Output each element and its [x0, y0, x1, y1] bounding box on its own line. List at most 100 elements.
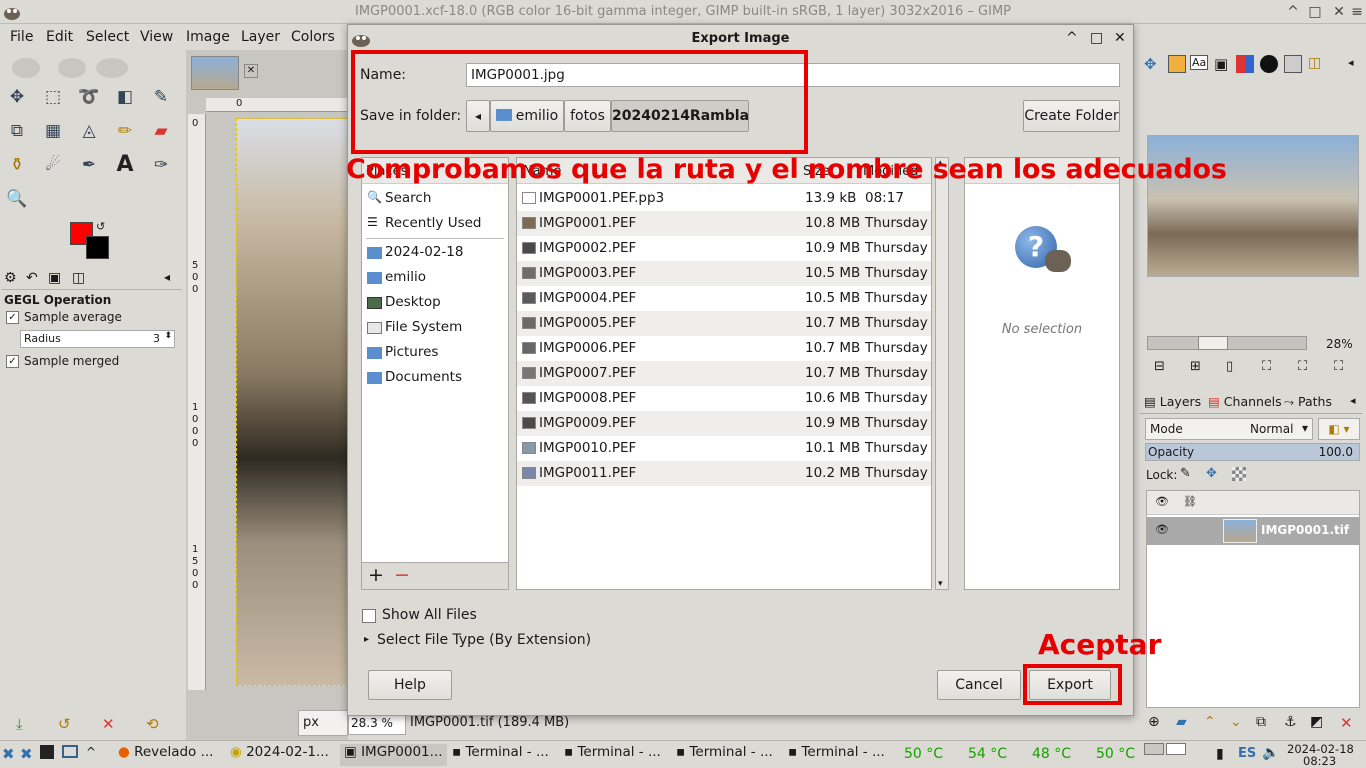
image-tab-thumbnail[interactable]	[191, 56, 239, 90]
file-row[interactable]: IMGP0001.PEF.pp3 13.9 kB 08:17	[517, 186, 931, 211]
close-window-icon[interactable]: ✕	[1330, 3, 1348, 21]
task-terminal-4[interactable]: ▪ Terminal - ...	[788, 744, 885, 766]
window-switcher-icon[interactable]	[62, 745, 78, 758]
help-button[interactable]: Help	[368, 670, 452, 700]
radius-field[interactable]: Radius 3 ⬍	[20, 330, 175, 348]
task-terminal-2[interactable]: ▪ Terminal - ...	[564, 744, 661, 766]
place-2024-02-18[interactable]: 2024-02-18	[362, 240, 508, 265]
clock-time[interactable]: 08:23	[1303, 754, 1336, 768]
scroll-down-icon[interactable]: ▾	[938, 579, 943, 589]
anchor-layer-icon[interactable]: ⚓	[1284, 714, 1297, 730]
smudge-tool-icon[interactable]: ☄	[40, 152, 66, 178]
menu-file[interactable]: File	[10, 29, 33, 45]
images-dock-tab-icon[interactable]: ▣	[1214, 55, 1228, 73]
menu-view[interactable]: View	[140, 29, 173, 45]
swap-colors-icon[interactable]: ↺	[96, 220, 105, 233]
layer-name[interactable]: IMGP0001.tif	[1261, 523, 1349, 537]
add-bookmark-icon[interactable]: +	[368, 564, 384, 586]
xfce-menu-icon[interactable]: ✖	[2, 745, 15, 763]
tool-options-tab-icon[interactable]: ⚙	[4, 270, 17, 286]
file-list-scrollbar[interactable]: ▴ ▾	[935, 157, 949, 590]
zoom-out-icon[interactable]: ⊟	[1154, 359, 1165, 374]
path-tool-icon[interactable]: ✒	[76, 152, 102, 178]
place-pictures[interactable]: Pictures	[362, 340, 508, 365]
warp-tool-icon[interactable]: ▦	[40, 118, 66, 144]
show-all-files-label[interactable]: Show All Files	[382, 607, 477, 623]
layers-menu-icon[interactable]: ◂	[1350, 394, 1356, 407]
sample-average-checkbox[interactable]: ✓	[6, 311, 19, 324]
menu-layer[interactable]: Layer	[241, 29, 280, 45]
text-tool-icon[interactable]: A	[112, 152, 138, 178]
channels-tab-icon[interactable]: ◫	[1308, 55, 1321, 71]
tab-paths[interactable]: ⤳ Paths	[1284, 394, 1332, 410]
lower-layer-icon[interactable]: ⌄	[1230, 714, 1242, 730]
dialog-maximize-icon[interactable]: □	[1090, 30, 1103, 46]
image-tab-close-icon[interactable]: ✕	[244, 64, 258, 78]
file-row[interactable]: IMGP0009.PEF 10.9 MB Thursday	[517, 411, 931, 436]
file-row[interactable]: IMGP0006.PEF 10.7 MB Thursday	[517, 336, 931, 361]
crop-tool-icon[interactable]: ✎	[148, 84, 174, 110]
reset-options-icon[interactable]: ⟲	[146, 715, 159, 733]
menu-colors[interactable]: Colors	[291, 29, 335, 45]
mode-reset-icon[interactable]: ◧ ▾	[1318, 418, 1360, 440]
gradients-tab-icon[interactable]	[1284, 55, 1302, 73]
place-emilio[interactable]: emilio	[362, 265, 508, 290]
lock-alpha-icon[interactable]	[1232, 467, 1246, 481]
place-recently-used[interactable]: ☰ Recently Used	[362, 211, 508, 236]
restore-options-icon[interactable]: ↺	[58, 715, 71, 733]
palettes-tab-icon[interactable]	[1236, 55, 1254, 73]
file-row[interactable]: IMGP0001.PEF 10.8 MB Thursday	[517, 211, 931, 236]
maximize-icon[interactable]: □	[1306, 3, 1324, 21]
fit-image-icon[interactable]: ⛶	[1262, 359, 1271, 374]
show-all-files-checkbox[interactable]	[362, 609, 376, 623]
tab-channels[interactable]: ▤ Channels	[1208, 394, 1282, 409]
show-desktop-icon[interactable]: ✖	[20, 745, 33, 763]
dock-menu-icon[interactable]: ◂	[1348, 56, 1354, 69]
file-row[interactable]: IMGP0005.PEF 10.7 MB Thursday	[517, 311, 931, 336]
radius-stepper-icon[interactable]: ⬍	[164, 331, 172, 341]
zoom-slider[interactable]	[1147, 336, 1307, 350]
task-terminal-1[interactable]: ▪ Terminal - ...	[452, 744, 549, 766]
file-row[interactable]: IMGP0002.PEF 10.9 MB Thursday	[517, 236, 931, 261]
task-firefox[interactable]: ● Revelado ...	[118, 744, 213, 766]
expander-arrow-icon[interactable]: ▸	[364, 634, 369, 645]
patterns-tab-icon[interactable]	[1260, 55, 1278, 73]
eraser-tool-icon[interactable]: ▰	[148, 118, 174, 144]
fuzzy-select-tool-icon[interactable]: ◧	[112, 84, 138, 110]
fonts-tab-icon[interactable]: Aa	[1190, 55, 1209, 70]
task-image-viewer[interactable]: ◉ 2024-02-1...	[230, 744, 329, 766]
rect-select-tool-icon[interactable]: ⬚	[40, 84, 66, 110]
zoom-field[interactable]: 28.3 %	[348, 713, 406, 735]
remove-bookmark-icon[interactable]: −	[394, 564, 410, 586]
place-search[interactable]: 🔍 Search	[362, 186, 508, 211]
mode-select[interactable]: Mode Normal ▾	[1145, 418, 1313, 440]
file-row[interactable]: IMGP0003.PEF 10.5 MB Thursday	[517, 261, 931, 286]
menu-select[interactable]: Select	[86, 29, 129, 45]
zoom-tool-icon[interactable]: 🔍	[4, 186, 30, 212]
color-picker-tool-icon[interactable]: ✑	[148, 152, 174, 178]
dialog-minimize-icon[interactable]: ^	[1066, 30, 1078, 46]
place-desktop[interactable]: Desktop	[362, 290, 508, 315]
unit-select[interactable]: px	[298, 710, 348, 736]
place-documents[interactable]: Documents	[362, 365, 508, 390]
clone-tool-icon[interactable]: ⚱	[4, 152, 30, 178]
menu-image[interactable]: Image	[186, 29, 230, 45]
undo-history-tab-icon[interactable]: ↶	[26, 270, 38, 286]
delete-layer-icon[interactable]: ✕	[1340, 714, 1353, 732]
power-icon[interactable]: .	[1268, 745, 1272, 761]
new-layer-group-icon[interactable]: ▰	[1176, 714, 1187, 730]
save-options-icon[interactable]: ⤓	[16, 715, 23, 733]
bucket-fill-tool-icon[interactable]: ◬	[76, 118, 102, 144]
images-tab-icon[interactable]: ▣	[48, 270, 61, 286]
lock-position-icon[interactable]: ✥	[1206, 466, 1217, 481]
terminal-launcher-icon[interactable]	[40, 745, 54, 759]
create-folder-button[interactable]: Create Folder	[1023, 100, 1120, 132]
zoom-in-icon[interactable]: ⊞	[1190, 359, 1201, 374]
move-tool-icon[interactable]: ✥	[4, 84, 30, 110]
navigate-tab-icon[interactable]: ✥	[1144, 55, 1157, 73]
dialog-close-icon[interactable]: ✕	[1114, 30, 1126, 46]
menu-edit[interactable]: Edit	[46, 29, 73, 45]
zoom-one-icon[interactable]: ▯	[1226, 359, 1233, 374]
menu-icon[interactable]: ≡	[1348, 3, 1366, 21]
task-gimp[interactable]: ▣ IMGP0001...	[340, 744, 447, 766]
